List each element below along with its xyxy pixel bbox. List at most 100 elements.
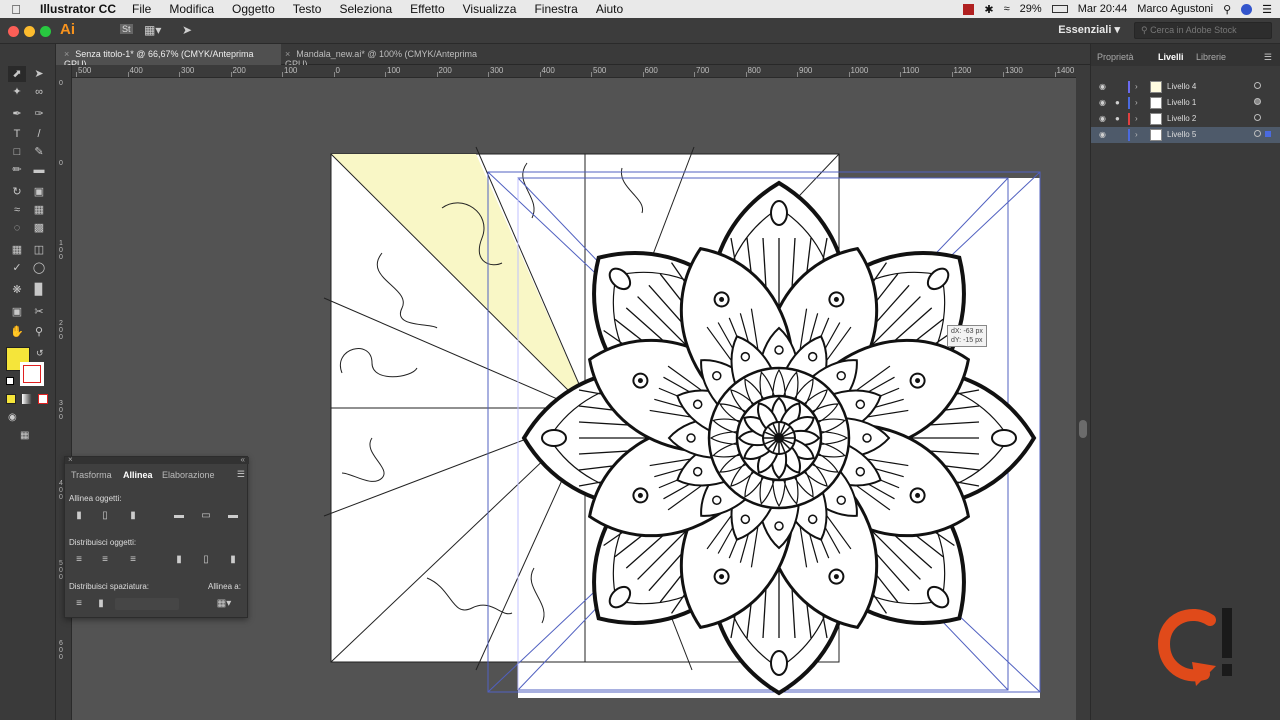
- distribute-right-button[interactable]: ▮: [225, 553, 241, 567]
- symbol-sprayer-tool-icon[interactable]: ❋: [8, 282, 26, 298]
- blend-tool-icon[interactable]: ◯: [30, 260, 48, 276]
- artboard-canvas[interactable]: [72, 78, 1076, 720]
- tab-senza-titolo[interactable]: × Senza titolo-1* @ 66,67% (CMYK/Anteprim…: [56, 44, 281, 69]
- align-horizontal-center-button[interactable]: ▯: [97, 509, 113, 523]
- scrollbar-thumb[interactable]: [1079, 420, 1087, 438]
- artboard-tool-icon[interactable]: ▣: [8, 304, 26, 320]
- type-tool-icon[interactable]: T: [8, 126, 26, 142]
- visibility-eye-icon[interactable]: ◉: [1099, 98, 1106, 107]
- lock-icon[interactable]: ●: [1115, 114, 1120, 123]
- gradient-mode-icon[interactable]: [22, 394, 32, 404]
- minimize-window-button[interactable]: [24, 26, 35, 37]
- scale-tool-icon[interactable]: ▣: [30, 184, 48, 200]
- visibility-eye-icon[interactable]: ◉: [1099, 130, 1106, 139]
- menu-effetto[interactable]: Effetto: [410, 2, 444, 16]
- menu-testo[interactable]: Testo: [293, 2, 322, 16]
- layer-row-livello-2[interactable]: ◉ ● › Livello 2: [1091, 111, 1280, 127]
- align-panel-menu-icon[interactable]: ☰: [237, 469, 245, 480]
- column-graph-tool-icon[interactable]: ▉: [30, 282, 48, 298]
- shape-builder-tool-icon[interactable]: ◌: [8, 220, 26, 236]
- align-right-button[interactable]: ▮: [125, 509, 141, 523]
- selected-art-indicator[interactable]: [1265, 131, 1271, 137]
- swap-colors-icon[interactable]: ↺: [36, 348, 44, 359]
- none-mode-icon[interactable]: [38, 394, 48, 404]
- layer-name[interactable]: Livello 1: [1167, 98, 1196, 107]
- layer-target-icon[interactable]: [1254, 98, 1261, 105]
- rotate-tool-icon[interactable]: ↻: [8, 184, 26, 200]
- tab-elaborazione[interactable]: Elaborazione: [162, 470, 215, 480]
- stroke-color-swatch[interactable]: [20, 362, 44, 386]
- zoom-tool-icon[interactable]: ⚲: [30, 324, 48, 340]
- panel-menu-icon[interactable]: ☰: [1264, 52, 1272, 63]
- menu-modifica[interactable]: Modifica: [169, 2, 214, 16]
- vertical-scrollbar[interactable]: [1076, 65, 1090, 720]
- spotlight-icon[interactable]: ⚲: [1223, 3, 1231, 16]
- menu-aiuto[interactable]: Aiuto: [596, 2, 623, 16]
- distribute-vertical-center-button[interactable]: ≡: [97, 553, 113, 567]
- layer-row-livello-5[interactable]: ◉ › Livello 5: [1091, 127, 1280, 143]
- spacing-value-field[interactable]: [115, 598, 179, 610]
- stock-button[interactable]: St: [120, 24, 133, 34]
- siri-icon[interactable]: [1241, 3, 1253, 15]
- distribute-top-button[interactable]: ≡: [71, 553, 87, 567]
- mesh-tool-icon[interactable]: ▦: [8, 242, 26, 258]
- app-menu[interactable]: Illustrator CC: [40, 2, 116, 16]
- layer-target-icon[interactable]: [1254, 114, 1261, 121]
- eraser-tool-icon[interactable]: ▬: [30, 162, 48, 178]
- align-vertical-center-button[interactable]: ▭: [198, 509, 214, 523]
- menu-visualizza[interactable]: Visualizza: [463, 2, 517, 16]
- battery-percent[interactable]: 29%: [1020, 3, 1042, 15]
- layer-name[interactable]: Livello 4: [1167, 82, 1196, 91]
- visibility-eye-icon[interactable]: ◉: [1099, 82, 1106, 91]
- horizontal-ruler[interactable]: 500 400 300 200 100 0 100 200 300 400 500 600 700 800…: [72, 65, 1076, 78]
- curvature-tool-icon[interactable]: ✑: [30, 106, 48, 122]
- apple-menu-icon[interactable]: : [0, 2, 32, 17]
- align-top-button[interactable]: ▬: [171, 509, 187, 523]
- expand-layer-icon[interactable]: ›: [1135, 82, 1138, 91]
- layer-name[interactable]: Livello 2: [1167, 114, 1196, 123]
- layer-target-icon[interactable]: [1254, 130, 1261, 137]
- wifi-icon[interactable]: ≈: [1004, 3, 1010, 15]
- slice-tool-icon[interactable]: ✂: [30, 304, 48, 320]
- tab-trasforma[interactable]: Trasforma: [71, 470, 112, 480]
- eyedropper-tool-icon[interactable]: ✓: [8, 260, 26, 276]
- bluetooth-icon[interactable]: ✱: [984, 3, 993, 16]
- close-tab-icon[interactable]: ×: [64, 49, 69, 59]
- distribute-bottom-button[interactable]: ≡: [125, 553, 141, 567]
- line-tool-icon[interactable]: /: [30, 126, 48, 142]
- tab-librerie[interactable]: Librerie: [1196, 52, 1226, 62]
- zoom-window-button[interactable]: [40, 26, 51, 37]
- layer-row-livello-1[interactable]: ◉ ● › Livello 1: [1091, 95, 1280, 111]
- direct-selection-tool-icon[interactable]: ➤: [30, 66, 48, 82]
- expand-layer-icon[interactable]: ›: [1135, 114, 1138, 123]
- arrange-documents-icon[interactable]: ▦▾: [144, 23, 161, 37]
- user-name[interactable]: Marco Agustoni: [1137, 3, 1213, 15]
- send-icon[interactable]: ➤: [182, 23, 192, 37]
- align-bottom-button[interactable]: ▬: [225, 509, 241, 523]
- status-app-icon[interactable]: [963, 3, 975, 15]
- magic-wand-tool-icon[interactable]: ✦: [8, 84, 26, 100]
- battery-icon[interactable]: [1051, 5, 1068, 13]
- warp-tool-icon[interactable]: ≈: [8, 202, 26, 218]
- pencil-tool-icon[interactable]: ✏: [8, 162, 26, 178]
- stock-search-input[interactable]: ⚲ Cerca in Adobe Stock: [1134, 22, 1272, 39]
- close-panel-icon[interactable]: ×: [68, 455, 73, 464]
- tab-allinea[interactable]: Allinea: [123, 470, 153, 480]
- layer-row-livello-4[interactable]: ◉ › Livello 4: [1091, 79, 1280, 95]
- layer-name[interactable]: Livello 5: [1167, 130, 1196, 139]
- clock[interactable]: Mar 20:44: [1078, 3, 1128, 15]
- tab-proprieta[interactable]: Proprietà: [1097, 52, 1134, 62]
- drawing-mode-icon[interactable]: ◉: [8, 412, 17, 423]
- vertical-ruler[interactable]: 00100200300400500600100: [56, 65, 72, 720]
- expand-layer-icon[interactable]: ›: [1135, 98, 1138, 107]
- menu-file[interactable]: File: [132, 2, 151, 16]
- horizontal-distribute-space-button[interactable]: ▮: [93, 597, 109, 611]
- pen-tool-icon[interactable]: ✒: [8, 106, 26, 122]
- align-left-button[interactable]: ▮: [71, 509, 87, 523]
- close-tab-icon[interactable]: ×: [285, 49, 290, 59]
- free-transform-tool-icon[interactable]: ▦: [30, 202, 48, 218]
- notification-center-icon[interactable]: ☰: [1262, 3, 1272, 16]
- paintbrush-tool-icon[interactable]: ✎: [30, 144, 48, 160]
- tab-livelli[interactable]: Livelli: [1158, 52, 1184, 62]
- gradient-tool-icon[interactable]: ◫: [30, 242, 48, 258]
